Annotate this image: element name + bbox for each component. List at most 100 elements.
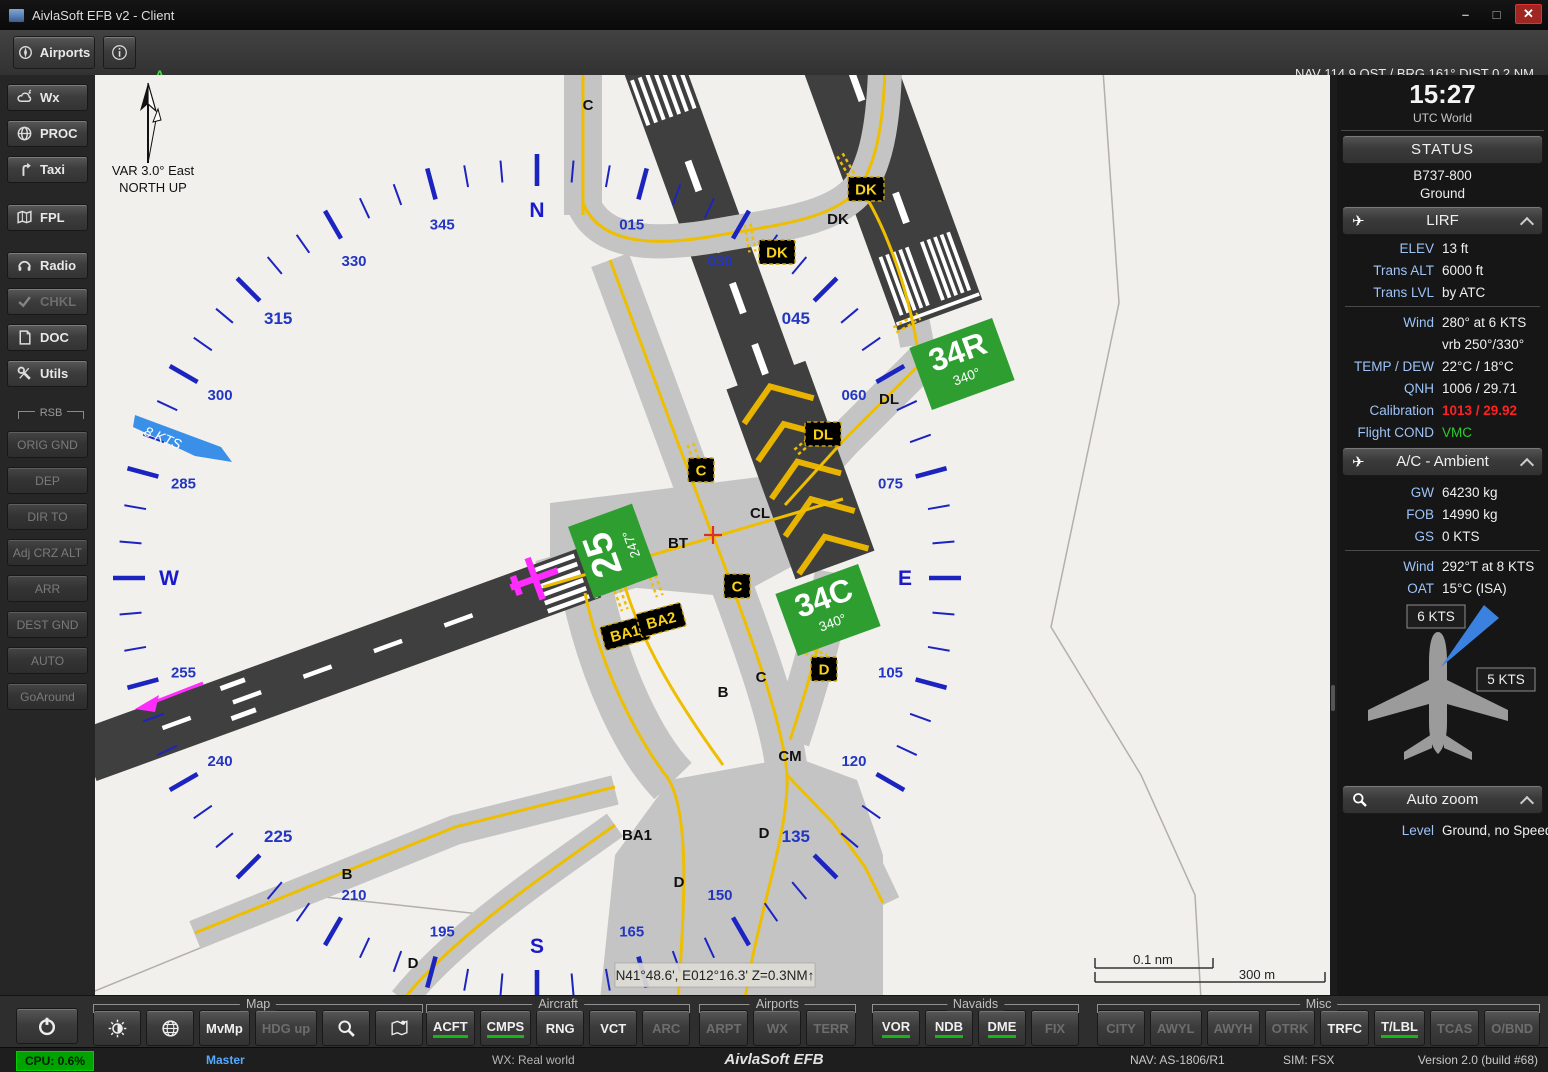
toolbar-group-label: Airports xyxy=(750,997,805,1011)
sidebar-item-proc[interactable]: PROC xyxy=(7,120,88,147)
crosswind-label: 5 KTS xyxy=(1487,672,1525,687)
toolbar-button-ndb[interactable]: NDB xyxy=(925,1010,973,1046)
row-value: 22°C / 18°C xyxy=(1442,359,1514,374)
power-button[interactable] xyxy=(16,1008,78,1044)
toolbar-button-awyl[interactable]: AWYL xyxy=(1150,1010,1202,1046)
compass-number: 210 xyxy=(341,887,366,904)
toolbar-button-otrk[interactable]: OTRK xyxy=(1265,1010,1316,1046)
toolbar-button-label: TRFC xyxy=(1327,1021,1362,1036)
toolbar-button-vct[interactable]: VCT xyxy=(589,1010,637,1046)
rsb-button-dep[interactable]: DEP xyxy=(7,467,88,494)
toolbar-button-label: NDB xyxy=(935,1019,963,1038)
toolbar-group-map: MapMvMpHDG up xyxy=(93,998,423,1046)
compass-cardinal-e: E xyxy=(898,567,912,590)
toolbar-button-mvmp[interactable]: MvMp xyxy=(199,1010,250,1046)
sidebar-item-doc[interactable]: DOC xyxy=(7,324,88,351)
toolbar-button-arc[interactable]: ARC xyxy=(642,1010,690,1046)
toolbar-button-tcas[interactable]: TCAS xyxy=(1430,1010,1479,1046)
folded-map-icon xyxy=(16,209,33,226)
svg-text:DK: DK xyxy=(766,245,788,262)
toolbar-button-terr[interactable]: TERR xyxy=(806,1010,855,1046)
toolbar-button-city[interactable]: CITY xyxy=(1097,1010,1145,1046)
toolbar-button-label: VOR xyxy=(882,1019,910,1038)
taxiway-label-d: D xyxy=(408,955,419,972)
panel-splitter[interactable] xyxy=(1330,75,1337,995)
taxiway-label-cm: CM xyxy=(778,748,801,765)
toolbar-button-label: MvMp xyxy=(206,1021,243,1036)
taxiway-sign-c: C xyxy=(724,574,750,598)
toolbar-button-awyh[interactable]: AWYH xyxy=(1207,1010,1260,1046)
scale-m-label: 300 m xyxy=(1239,967,1275,982)
toolbar-button-hdg-up[interactable]: HDG up xyxy=(255,1010,317,1046)
toolbar-group-misc: MiscCITYAWYLAWYHOTRKTRFCT/LBLTCASO/BND xyxy=(1097,998,1540,1046)
rsb-button-arr[interactable]: ARR xyxy=(7,575,88,602)
rsb-button-dest-gnd[interactable]: DEST GND xyxy=(7,611,88,638)
taxiway-label-cl: CL xyxy=(750,505,770,522)
toolbar-button-acft[interactable]: ACFT xyxy=(426,1010,475,1046)
compass-cardinal-s: S xyxy=(530,935,544,958)
row-value: 280° at 6 KTS xyxy=(1442,315,1526,330)
sidebar-item-radio[interactable]: Radio xyxy=(7,252,88,279)
toolbar-button-rng[interactable]: RNG xyxy=(536,1010,584,1046)
toolbar-group-label: Aircraft xyxy=(532,997,584,1011)
compass-cardinal-w: W xyxy=(159,567,179,590)
sidebar-item-wx[interactable]: Wx xyxy=(7,84,88,111)
taxiway-sign-dk: DK xyxy=(848,177,884,201)
row-value: Ground, no Speed xyxy=(1442,823,1548,838)
status-button[interactable]: STATUS xyxy=(1342,135,1543,164)
taxiway-label-dk: DK xyxy=(827,211,849,228)
taxiway-label-dl: DL xyxy=(879,391,899,408)
toolbar-button-t-lbl[interactable]: T/LBL xyxy=(1374,1010,1425,1046)
auto-zoom-header[interactable]: Auto zoom xyxy=(1342,785,1543,814)
toolbar-button-vor[interactable]: VOR xyxy=(872,1010,920,1046)
chevron-up-icon xyxy=(1520,796,1534,810)
toolbar-button-map-pin[interactable] xyxy=(375,1010,423,1046)
navdata-label: NAV: AS-1806/R1 xyxy=(1130,1053,1225,1067)
map-pin-icon xyxy=(389,1018,410,1039)
brightness-icon xyxy=(107,1018,128,1039)
rsb-button-adj-crz-alt[interactable]: Adj CRZ ALT xyxy=(7,539,88,566)
toolbar-button-dme[interactable]: DME xyxy=(978,1010,1026,1046)
row-label: GW xyxy=(1337,485,1434,500)
clock-time: 15:27 xyxy=(1337,79,1548,110)
toolbar-button-arpt[interactable]: ARPT xyxy=(699,1010,748,1046)
row-value: by ATC xyxy=(1442,285,1485,300)
sidebar-item-chkl[interactable]: CHKL xyxy=(7,288,88,315)
sidebar-item-taxi[interactable]: Taxi xyxy=(7,156,88,183)
header-bar: Airports A LIRF - Fiumicino, Rome (Italy… xyxy=(0,30,1548,76)
toolbar-button-o-bnd[interactable]: O/BND xyxy=(1484,1010,1540,1046)
toolbar-button-trfc[interactable]: TRFC xyxy=(1320,1010,1369,1046)
toolbar-button-wx[interactable]: WX xyxy=(753,1010,801,1046)
airport-map[interactable]: 0150300450600751051201351501651952102252… xyxy=(95,75,1330,995)
taxiway-label-b: B xyxy=(718,684,729,701)
maximize-button[interactable]: □ xyxy=(1484,5,1509,23)
toolbar-button-cmps[interactable]: CMPS xyxy=(480,1010,532,1046)
auto-zoom-title: Auto zoom xyxy=(1407,791,1479,808)
minimize-button[interactable]: – xyxy=(1453,5,1478,23)
toolbar-button-fix[interactable]: FIX xyxy=(1031,1010,1079,1046)
toolbar-button-brightness[interactable] xyxy=(93,1010,141,1046)
sidebar-item-utils[interactable]: Utils xyxy=(7,360,88,387)
compass-number: 195 xyxy=(430,924,455,941)
airports-button[interactable]: Airports xyxy=(13,36,95,69)
compass-number: 075 xyxy=(878,475,903,492)
info-button[interactable] xyxy=(103,36,136,69)
compass-number: 165 xyxy=(619,924,644,941)
toolbar-button-search[interactable] xyxy=(322,1010,370,1046)
compass-number: 045 xyxy=(782,309,810,328)
compass-icon xyxy=(18,45,33,60)
cursor-coordinates: N41°48.6', E012°16.3' Z=0.3NM↑ xyxy=(615,963,815,987)
toolbar-button-globe[interactable] xyxy=(146,1010,194,1046)
sidebar-item-fpl[interactable]: FPL xyxy=(7,204,88,231)
ambient-section-header[interactable]: ✈ A/C - Ambient xyxy=(1342,447,1543,476)
rsb-button-auto[interactable]: AUTO xyxy=(7,647,88,674)
variation-label: VAR 3.0° East xyxy=(112,163,195,178)
rsb-button-dir-to[interactable]: DIR TO xyxy=(7,503,88,530)
status-bar: CPU: 0.6% Master WX: Real world AivlaSof… xyxy=(0,1047,1548,1072)
airport-section-header[interactable]: ✈ LIRF xyxy=(1342,206,1543,235)
title-bar: AivlaSoft EFB v2 - Client – □ ✕ xyxy=(0,0,1548,31)
rsb-button-goaround[interactable]: GoAround xyxy=(7,683,88,710)
rsb-button-orig-gnd[interactable]: ORIG GND xyxy=(7,431,88,458)
toolbar-button-label: HDG up xyxy=(262,1021,310,1036)
close-button[interactable]: ✕ xyxy=(1515,4,1542,24)
